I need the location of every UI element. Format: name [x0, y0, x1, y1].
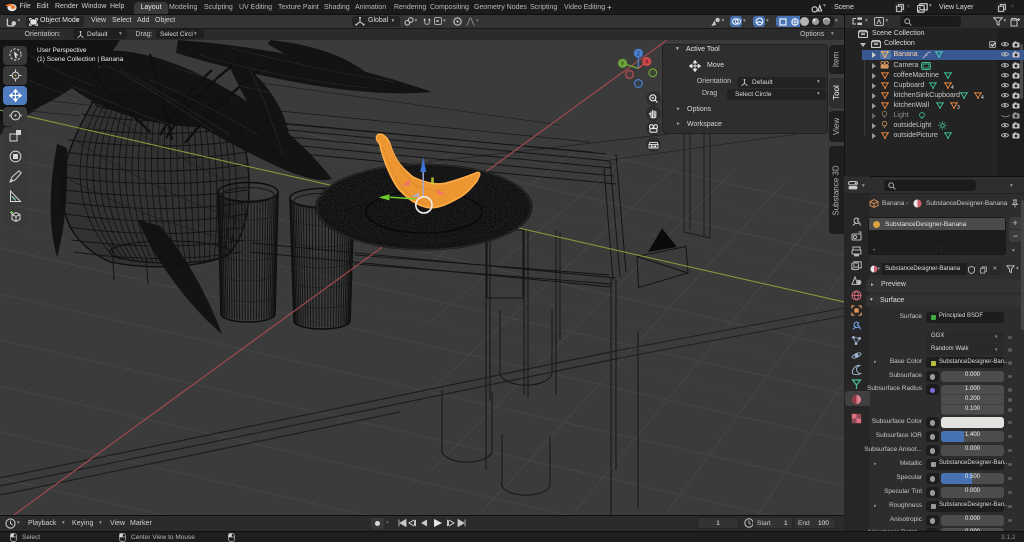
svg-text:X: X — [645, 60, 649, 66]
svg-text:Y: Y — [621, 61, 625, 67]
